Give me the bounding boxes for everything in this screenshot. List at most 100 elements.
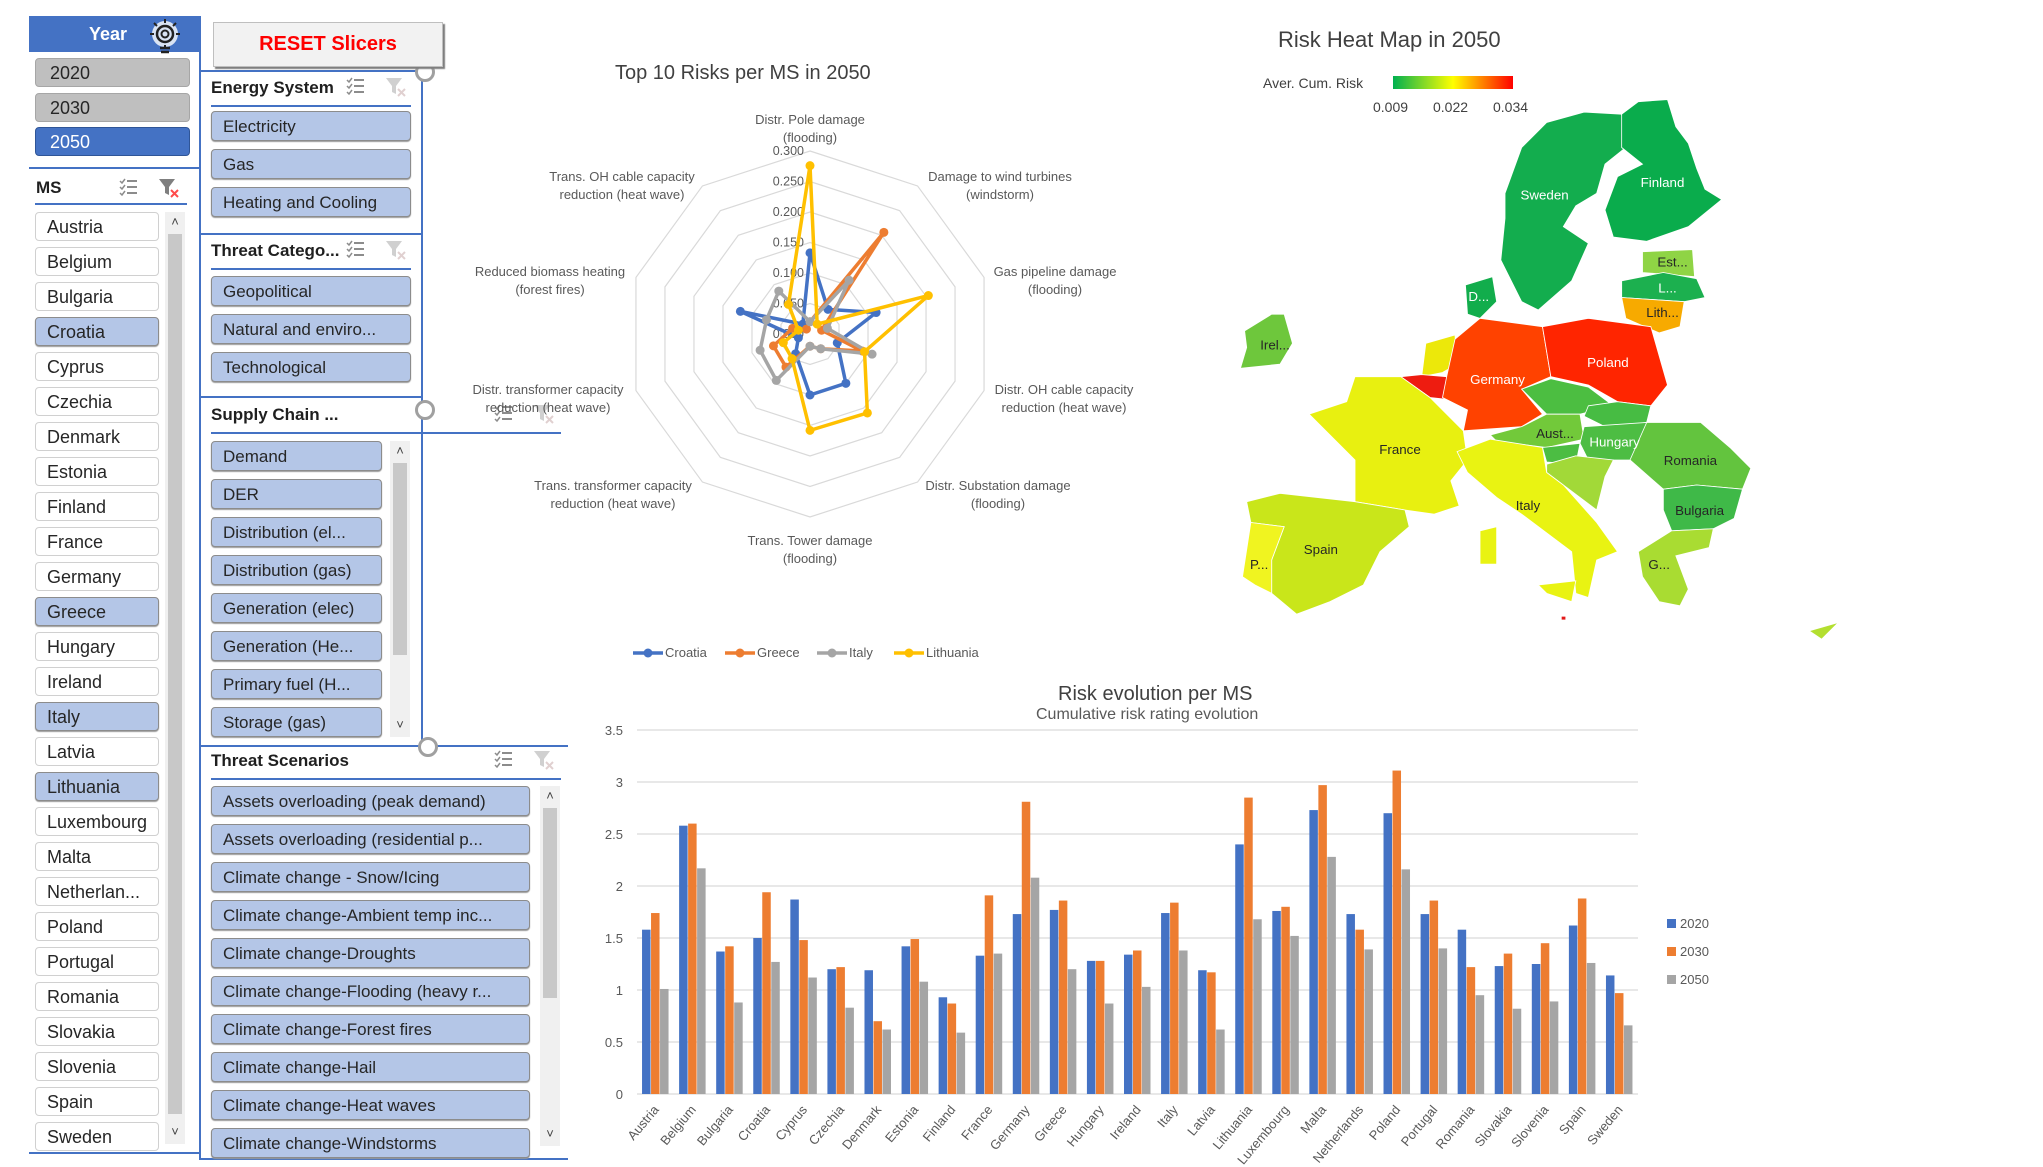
map-country-finland[interactable] xyxy=(1604,99,1723,242)
chevron-up-icon[interactable]: ˄ xyxy=(540,788,560,803)
ms-item[interactable]: Netherlan... xyxy=(35,877,159,906)
year-item-2030[interactable]: 2030 xyxy=(35,92,190,122)
ms-item[interactable]: Cyprus xyxy=(35,352,159,381)
bar-italy-2020 xyxy=(1161,913,1170,1094)
threat-scenarios-slicer-item[interactable]: Climate change-Flooding (heavy r... xyxy=(211,976,530,1006)
ms-item[interactable]: Slovakia xyxy=(35,1017,159,1046)
ms-item[interactable]: Austria xyxy=(35,212,159,241)
supply-chain-slicer-item[interactable]: Generation (elec) xyxy=(211,593,382,623)
threat-category-slicer-item[interactable]: Technological xyxy=(211,352,411,382)
bar-croatia-2050 xyxy=(771,961,780,1094)
map-country-italy[interactable] xyxy=(1537,580,1577,603)
ms-item[interactable]: Latvia xyxy=(35,737,159,766)
ms-item[interactable]: Estonia xyxy=(35,457,159,486)
ms-item[interactable]: Malta xyxy=(35,842,159,871)
ms-item[interactable]: Sweden xyxy=(35,1122,159,1151)
bar-ireland-2020 xyxy=(1124,954,1133,1094)
threat-scenarios-slicer-item[interactable]: Assets overloading (residential p... xyxy=(211,824,530,854)
ms-item[interactable]: Denmark xyxy=(35,422,159,451)
ms-item[interactable]: Portugal xyxy=(35,947,159,976)
bar-x-label: Italy xyxy=(1154,1102,1181,1130)
supply-chain-slicer-item[interactable]: Distribution (gas) xyxy=(211,555,382,585)
ms-item[interactable]: Slovenia xyxy=(35,1052,159,1081)
multi-select-icon[interactable] xyxy=(493,749,513,774)
resize-handle[interactable] xyxy=(418,737,438,757)
map-country-malta[interactable] xyxy=(1560,615,1567,621)
clear-filter-icon[interactable] xyxy=(385,76,407,103)
chevron-up-icon[interactable]: ˄ xyxy=(165,214,185,229)
threat-scenarios-slicer-item[interactable]: Climate change-Ambient temp inc... xyxy=(211,900,530,930)
ms-item[interactable]: Italy xyxy=(35,702,159,731)
map-label-portugal: P... xyxy=(1250,557,1268,572)
energy-slicer-item[interactable]: Heating and Cooling xyxy=(211,187,411,217)
supply-chain-slicer-item[interactable]: Distribution (el... xyxy=(211,517,382,547)
supply-chain-slicer-item[interactable]: Generation (He... xyxy=(211,631,382,661)
ms-item[interactable]: Greece xyxy=(35,597,159,626)
scrollbar-thumb[interactable] xyxy=(168,234,182,1114)
ms-item[interactable]: Finland xyxy=(35,492,159,521)
ms-item[interactable]: Spain xyxy=(35,1087,159,1116)
chevron-down-icon[interactable]: ˅ xyxy=(165,1124,185,1139)
ms-item[interactable]: Belgium xyxy=(35,247,159,276)
ms-item[interactable]: Hungary xyxy=(35,632,159,661)
bar-belgium-2050 xyxy=(697,868,706,1094)
threat-scenarios-slicer-item[interactable]: Climate change - Snow/Icing xyxy=(211,862,530,892)
supply-chain-slicer-item[interactable]: Primary fuel (H... xyxy=(211,669,382,699)
multi-select-icon[interactable] xyxy=(118,177,138,202)
year-item-2050[interactable]: 2050 xyxy=(35,127,190,156)
slicer-border xyxy=(29,1152,200,1154)
supply-chain-slicer-title: Supply Chain ... xyxy=(211,405,339,424)
scrollbar-thumb[interactable] xyxy=(393,463,407,655)
threat-scenarios-slicer-item[interactable]: Climate change-Droughts xyxy=(211,938,530,968)
map-label-romania: Romania xyxy=(1664,453,1718,468)
chevron-down-icon[interactable]: ˅ xyxy=(540,1126,560,1141)
ms-item[interactable]: Ireland xyxy=(35,667,159,696)
threat-scenarios-slicer-item[interactable]: Climate change-Hail xyxy=(211,1052,530,1082)
radar-point xyxy=(805,341,815,351)
ms-item[interactable]: Germany xyxy=(35,562,159,591)
threat-category-slicer-item[interactable]: Natural and enviro... xyxy=(211,314,411,344)
chevron-up-icon[interactable]: ˄ xyxy=(390,443,410,458)
scrollbar[interactable]: ˄ ˅ xyxy=(165,212,185,1144)
ms-item[interactable]: Czechia xyxy=(35,387,159,416)
threat-scenarios-slicer-item[interactable]: Climate change-Forest fires xyxy=(211,1014,530,1044)
threat-scenarios-slicer-item[interactable]: Assets overloading (peak demand) xyxy=(211,786,530,816)
bar-denmark-2020 xyxy=(864,970,873,1094)
ms-item[interactable]: France xyxy=(35,527,159,556)
scrollbar[interactable]: ˄ ˅ xyxy=(540,786,560,1146)
ms-item[interactable]: Bulgaria xyxy=(35,282,159,311)
supply-chain-slicer-item[interactable]: Storage (gas) xyxy=(211,707,382,737)
threat-category-slicer-item[interactable]: Geopolitical xyxy=(211,276,411,306)
ms-item[interactable]: Croatia xyxy=(35,317,159,346)
radar-axis-label: Reduced biomass heating xyxy=(475,264,625,279)
bar-portugal-2050 xyxy=(1438,948,1448,1094)
resize-handle[interactable] xyxy=(415,400,435,420)
threat-scenarios-slicer-item[interactable]: Climate change-Heat waves xyxy=(211,1090,530,1120)
map-label-ireland: Irel... xyxy=(1260,338,1290,353)
clear-filter-icon[interactable] xyxy=(533,749,555,776)
map-country-cyprus[interactable] xyxy=(1808,621,1840,640)
ms-item[interactable]: Romania xyxy=(35,982,159,1011)
multi-select-icon[interactable] xyxy=(345,239,365,264)
bar-legend-swatch xyxy=(1667,947,1676,956)
map-country-italy[interactable] xyxy=(1479,526,1498,565)
chevron-down-icon[interactable]: ˅ xyxy=(390,717,410,732)
scrollbar[interactable]: ˄ ˅ xyxy=(390,441,410,737)
reset-slicers-button[interactable]: RESET Slicers xyxy=(213,22,443,67)
clear-filter-icon[interactable] xyxy=(385,239,407,266)
clear-filter-icon[interactable] xyxy=(158,177,180,204)
threat-scenarios-slicer-item[interactable]: Climate change-Windstorms xyxy=(211,1128,530,1158)
supply-chain-slicer-item[interactable]: DER xyxy=(211,479,382,509)
ms-item[interactable]: Luxembourg xyxy=(35,807,159,836)
multi-select-icon[interactable] xyxy=(345,76,365,101)
ms-item[interactable]: Lithuania xyxy=(35,772,159,801)
bar-poland-2050 xyxy=(1401,869,1411,1094)
radar-point xyxy=(774,286,784,296)
energy-slicer-item[interactable]: Gas xyxy=(211,149,411,179)
supply-chain-slicer-item[interactable]: Demand xyxy=(211,441,382,471)
ms-item[interactable]: Poland xyxy=(35,912,159,941)
scrollbar-thumb[interactable] xyxy=(543,808,557,998)
slicer-border xyxy=(200,233,423,235)
energy-slicer-item[interactable]: Electricity xyxy=(211,111,411,141)
year-item-2020[interactable]: 2020 xyxy=(35,58,190,87)
